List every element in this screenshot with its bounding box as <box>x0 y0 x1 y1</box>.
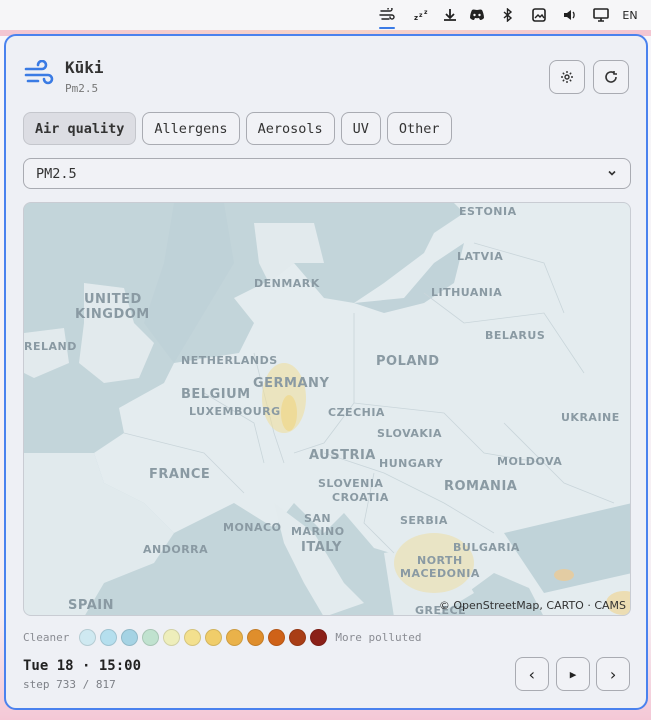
legend-swatch <box>289 629 307 646</box>
tab-air-quality[interactable]: Air quality <box>23 112 137 145</box>
map-label: CZECHIA <box>328 406 385 419</box>
map-label: BELGIUM <box>181 387 251 402</box>
bluetooth-icon[interactable] <box>498 4 518 26</box>
sleep-icon[interactable]: zzz <box>412 4 432 26</box>
map-label: NORTH <box>417 554 463 567</box>
pollutant-select[interactable]: PM2.5 <box>23 158 631 189</box>
language-indicator[interactable]: EN <box>620 4 640 26</box>
chevron-down-icon <box>608 170 616 176</box>
map-label: RELAND <box>24 340 77 353</box>
legend-swatch <box>142 629 160 646</box>
tab-uv[interactable]: UV <box>340 112 381 145</box>
legend-swatch <box>100 629 118 646</box>
wind-icon <box>24 59 54 90</box>
svg-text:z: z <box>414 14 418 21</box>
system-tray: zzz EN <box>0 0 651 30</box>
map-label: CROATIA <box>332 491 389 504</box>
map-label: MARINO <box>291 525 345 538</box>
monitor-icon[interactable] <box>590 4 612 26</box>
legend-swatch <box>247 629 265 646</box>
settings-button[interactable] <box>549 60 585 94</box>
discord-icon[interactable] <box>466 4 488 26</box>
legend-polluted-label: More polluted <box>335 631 422 644</box>
pollutant-select-value: PM2.5 <box>36 165 77 182</box>
legend-swatch <box>205 629 223 646</box>
legend-swatch <box>121 629 139 646</box>
map-label: ESTONIA <box>459 205 517 218</box>
app-subtitle: Pm2.5 <box>65 82 99 95</box>
chevron-right-icon: › <box>608 664 618 684</box>
map-label: AUSTRIA <box>309 448 376 463</box>
map-label: ROMANIA <box>444 479 518 494</box>
map-label: SERBIA <box>400 514 448 527</box>
map-label: HUNGARY <box>379 457 444 470</box>
legend-swatch <box>226 629 244 646</box>
pollution-map[interactable]: ESTONIA LATVIA DENMARK LITHUANIA UNITED … <box>23 202 631 616</box>
pollution-legend: Cleaner More polluted <box>23 629 421 646</box>
map-label: SAN <box>304 512 332 525</box>
refresh-button[interactable] <box>593 60 629 94</box>
next-step-button[interactable]: › <box>596 657 630 691</box>
svg-text:z: z <box>424 9 428 16</box>
map-label: LUXEMBOURG <box>189 405 281 418</box>
forecast-step: step 733 / 817 <box>23 678 116 691</box>
map-label: LATVIA <box>457 250 504 263</box>
tab-allergens[interactable]: Allergens <box>142 112 240 145</box>
map-label: KINGDOM <box>75 307 150 322</box>
legend-swatch <box>184 629 202 646</box>
map-label: LITHUANIA <box>431 286 503 299</box>
wind-icon[interactable] <box>377 4 397 29</box>
map-label: DENMARK <box>254 277 320 290</box>
map-label: SPAIN <box>68 598 114 613</box>
download-icon[interactable] <box>440 4 460 26</box>
category-tabs: Air quality Allergens Aerosols UV Other <box>23 112 452 145</box>
map-label: UNITED <box>84 292 142 307</box>
refresh-icon <box>605 71 617 83</box>
map-label: MACEDONIA <box>400 567 480 580</box>
map-label: BULGARIA <box>453 541 520 554</box>
kuki-panel: Kūki Pm2.5 Air quality Allergens Aerosol… <box>4 34 648 710</box>
legend-swatch <box>163 629 181 646</box>
app-title: Kūki <box>65 58 104 77</box>
map-label: BELARUS <box>485 329 546 342</box>
volume-icon[interactable] <box>560 4 580 26</box>
legend-swatch <box>268 629 286 646</box>
legend-swatch <box>310 629 328 646</box>
map-label: NETHERLANDS <box>181 354 278 367</box>
play-icon: ▶ <box>569 667 577 681</box>
map-label: MONACO <box>223 521 282 534</box>
tab-other[interactable]: Other <box>386 112 452 145</box>
gear-icon <box>561 71 573 83</box>
legend-swatch <box>79 629 97 646</box>
map-label: ITALY <box>301 540 342 555</box>
svg-text:z: z <box>419 12 423 19</box>
map-label: ANDORRA <box>143 543 209 556</box>
chevron-left-icon: ‹ <box>527 664 537 684</box>
play-button[interactable]: ▶ <box>556 657 590 691</box>
map-label: GERMANY <box>253 376 330 391</box>
previous-step-button[interactable]: ‹ <box>515 657 549 691</box>
legend-cleaner-label: Cleaner <box>23 631 70 644</box>
map-label: POLAND <box>376 354 440 369</box>
map-label: SLOVAKIA <box>377 427 443 440</box>
map-label: SLOVENIA <box>318 477 384 490</box>
image-icon[interactable] <box>529 4 549 26</box>
tab-aerosols[interactable]: Aerosols <box>245 112 335 145</box>
map-attribution[interactable]: © OpenStreetMap, CARTO · CAMS <box>439 599 626 612</box>
forecast-time: Tue 18 · 15:00 <box>23 658 142 674</box>
map-label: UKRAINE <box>561 411 620 424</box>
map-label: MOLDOVA <box>497 455 563 468</box>
map-label: FRANCE <box>149 467 211 482</box>
